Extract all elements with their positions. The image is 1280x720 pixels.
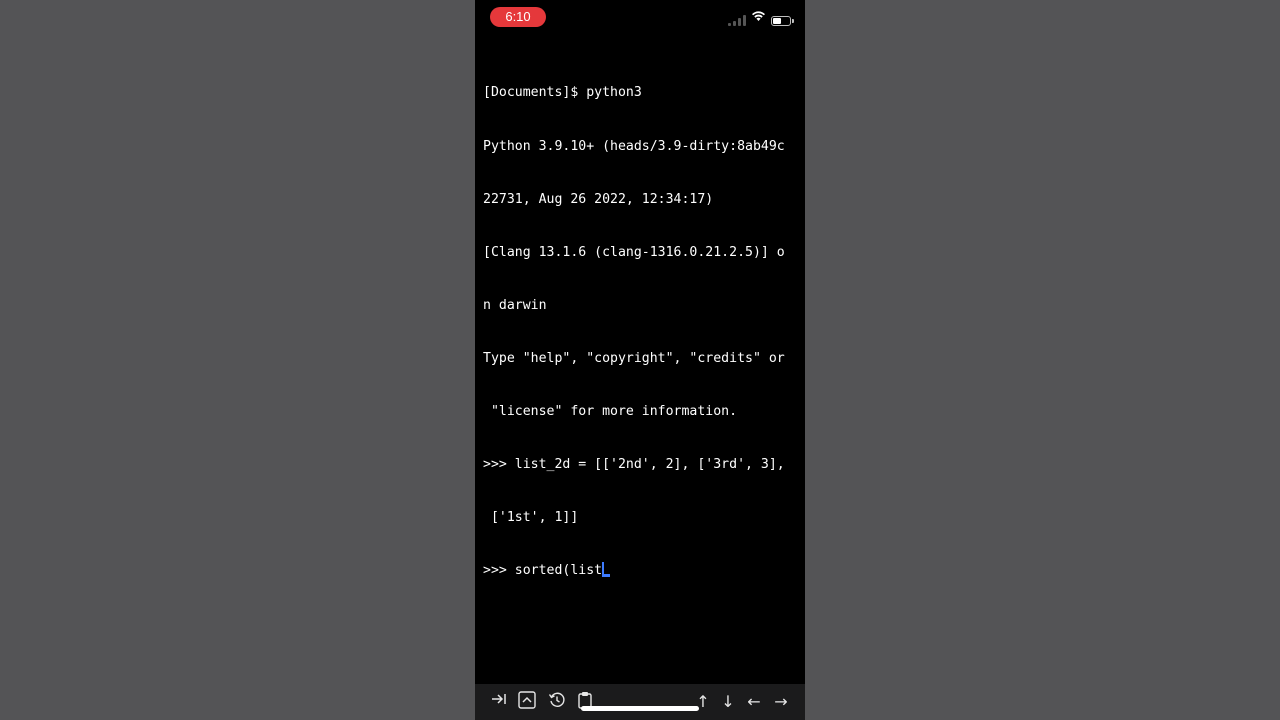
status-time[interactable]: 6:10 bbox=[490, 7, 546, 27]
home-indicator[interactable] bbox=[581, 706, 699, 711]
terminal-current-input[interactable]: >>> sorted(list bbox=[483, 563, 602, 578]
terminal-output[interactable]: [Documents]$ python3 Python 3.9.10+ (hea… bbox=[483, 49, 799, 615]
arrow-left-icon[interactable]: ← bbox=[743, 691, 765, 713]
terminal-line: 22731, Aug 26 2022, 12:34:17) bbox=[483, 191, 714, 207]
status-icons bbox=[728, 11, 794, 26]
terminal-line: ['1st', 1]] bbox=[483, 510, 579, 526]
text-cursor bbox=[602, 562, 611, 578]
terminal-line: Type "help", "copyright", "credits" or bbox=[483, 350, 785, 366]
terminal-line: >>> list_2d = [['2nd', 2], ['3rd', 3], bbox=[483, 457, 785, 473]
battery-icon bbox=[771, 16, 794, 26]
control-key-icon[interactable] bbox=[516, 691, 538, 713]
history-icon[interactable] bbox=[546, 691, 568, 713]
terminal-line: [Documents]$ python3 bbox=[483, 85, 642, 101]
arrow-down-icon[interactable]: ↓ bbox=[717, 691, 739, 713]
status-bar: 6:10 bbox=[475, 0, 805, 36]
terminal-line: Python 3.9.10+ (heads/3.9-dirty:8ab49c bbox=[483, 138, 785, 154]
phone-screen: 6:10 [Documents]$ python3 Python 3.9.10+… bbox=[475, 0, 805, 720]
terminal-line: n darwin bbox=[483, 297, 547, 313]
arrow-right-icon[interactable]: → bbox=[770, 691, 792, 713]
keyboard-accessory-toolbar: ↑ ↓ ← → bbox=[475, 684, 805, 720]
cellular-signal-icon bbox=[728, 15, 746, 26]
terminal-line: [Clang 13.1.6 (clang-1316.0.21.2.5)] o bbox=[483, 244, 785, 260]
wifi-icon bbox=[751, 8, 766, 26]
terminal-input-line[interactable]: >>> sorted(list bbox=[483, 562, 799, 580]
tab-key-icon[interactable] bbox=[488, 691, 510, 713]
terminal-line: "license" for more information. bbox=[483, 403, 738, 419]
